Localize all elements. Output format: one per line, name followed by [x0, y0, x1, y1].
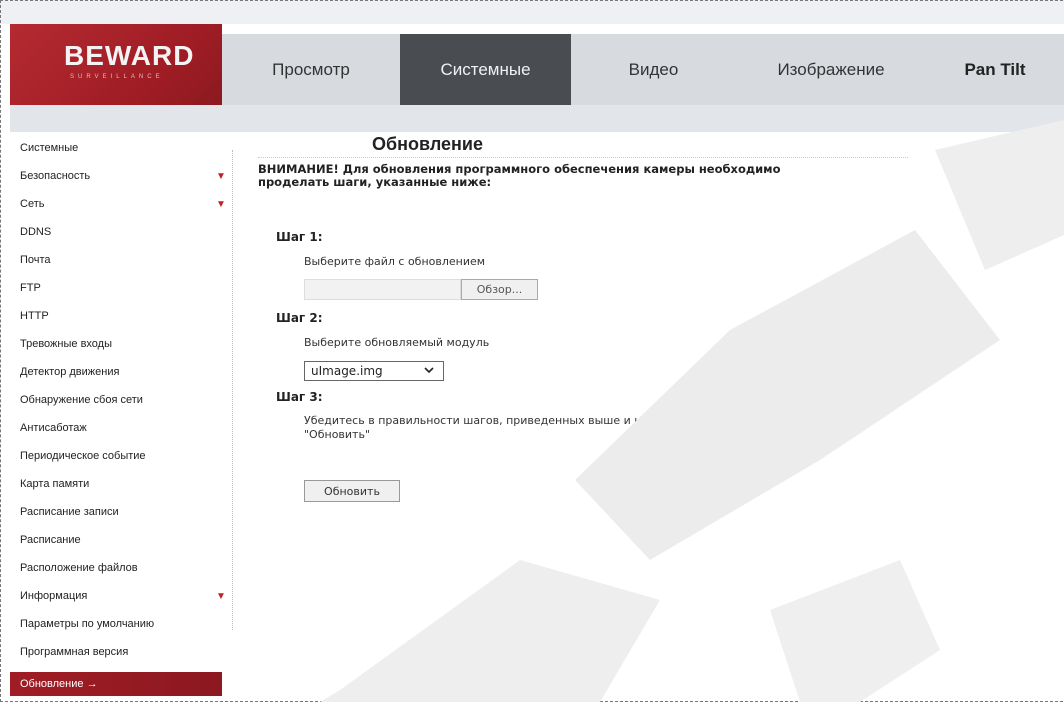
update-button[interactable]: Обновить — [304, 480, 400, 502]
sidebar-item-network[interactable]: Сеть ▼ — [10, 190, 226, 218]
page-title: Обновление — [372, 134, 483, 154]
sidebar-item-label: Расположение файлов — [20, 562, 138, 574]
module-select[interactable]: uImage.img — [304, 361, 444, 381]
sidebar-item-label: Антисаботаж — [20, 422, 87, 434]
file-path-field[interactable] — [304, 279, 461, 300]
step1-text: Выберите файл с обновлением — [304, 255, 486, 268]
sidebar-item-label: Программная версия — [20, 646, 129, 658]
sidebar-item-ftp[interactable]: FTP — [10, 274, 222, 302]
sidebar-item-label: Безопасность — [20, 170, 91, 182]
sidebar-item-system[interactable]: Системные — [10, 134, 222, 162]
tab-video[interactable]: Видео — [571, 34, 736, 105]
sidebar-item-motion-detector[interactable]: Детектор движения — [10, 358, 222, 386]
expand-arrow-icon: ▼ — [216, 590, 226, 602]
sidebar-item-label: DDNS — [20, 226, 52, 238]
warning-text: ВНИМАНИЕ! Для обновления программного об… — [258, 163, 838, 189]
step3-label: Шаг 3: — [276, 390, 323, 404]
sidebar-divider — [232, 150, 233, 630]
sidebar-item-label: FTP — [20, 282, 41, 294]
logo-tagline: SURVEILLANCE — [70, 74, 164, 80]
tab-system[interactable]: Системные — [400, 34, 571, 105]
sidebar-item-network-failure[interactable]: Обнаружение сбоя сети — [10, 386, 222, 414]
logo-brand: BEWARD — [64, 40, 195, 71]
step3-text-line-2: "Обновить" — [304, 428, 371, 441]
tab-pan-tilt[interactable]: Pan Tilt — [926, 34, 1064, 105]
expand-arrow-icon: ▼ — [216, 170, 226, 182]
sidebar-item-memory-card[interactable]: Карта памяти — [10, 470, 222, 498]
sidebar-item-tamper[interactable]: Антисаботаж — [10, 414, 222, 442]
sidebar-item-label: Информация — [20, 590, 88, 602]
sidebar-item-label: Обнаружение сбоя сети — [20, 394, 143, 406]
sidebar-item-label: Параметры по умолчанию — [20, 618, 155, 630]
sidebar-item-http[interactable]: HTTP — [10, 302, 222, 330]
expand-arrow-icon: ▼ — [216, 198, 226, 210]
sidebar-item-label: Детектор движения — [20, 366, 120, 378]
sidebar-item-record-schedule[interactable]: Расписание записи — [10, 498, 222, 526]
chevron-down-icon — [424, 367, 434, 374]
sidebar-item-label: HTTP — [20, 310, 49, 322]
sidebar-item-label: Карта памяти — [20, 478, 90, 490]
sidebar-item-label: Почта — [20, 254, 51, 266]
title-divider — [258, 157, 908, 158]
beward-logo[interactable]: BEWARD SURVEILLANCE — [10, 24, 222, 105]
step2-text: Выберите обновляемый модуль — [304, 336, 490, 349]
sidebar-item-update[interactable]: Обновление → — [10, 672, 222, 696]
sidebar-item-schedule[interactable]: Расписание — [10, 526, 222, 554]
sidebar: Системные Безопасность ▼ Сеть ▼ DDNS Почта… — [10, 132, 226, 702]
sidebar-item-ddns[interactable]: DDNS — [10, 218, 222, 246]
sidebar-item-security[interactable]: Безопасность ▼ — [10, 162, 226, 190]
step3-text-line-1: Убедитесь в правильности шагов, приведен… — [304, 414, 732, 427]
warning-line-2: проделать шаги, указанные ниже: — [258, 175, 492, 189]
sidebar-item-label: Расписание — [20, 534, 81, 546]
sidebar-item-label: Обновление → — [20, 678, 98, 690]
sidebar-item-info[interactable]: Информация ▼ — [10, 582, 226, 610]
sidebar-item-label: Системные — [20, 142, 79, 154]
sidebar-item-label: Тревожные входы — [20, 338, 112, 350]
sidebar-item-defaults[interactable]: Параметры по умолчанию — [10, 610, 222, 638]
sidebar-item-label: Расписание записи — [20, 506, 119, 518]
browse-button[interactable]: Обзор... — [461, 279, 538, 300]
step1-label: Шаг 1: — [276, 230, 323, 244]
sidebar-item-mail[interactable]: Почта — [10, 246, 222, 274]
sidebar-item-periodic-event[interactable]: Периодическое событие — [10, 442, 222, 470]
tab-view[interactable]: Просмотр — [222, 34, 400, 105]
sidebar-item-label: Периодическое событие — [20, 450, 146, 462]
sidebar-item-label: Сеть — [20, 198, 45, 210]
sidebar-item-file-location[interactable]: Расположение файлов — [10, 554, 222, 582]
sidebar-item-firmware-version[interactable]: Программная версия — [10, 638, 222, 666]
step2-label: Шаг 2: — [276, 311, 323, 325]
sub-band — [10, 105, 1064, 132]
sidebar-item-alarm-inputs[interactable]: Тревожные входы — [10, 330, 222, 358]
tab-image[interactable]: Изображение — [736, 34, 926, 105]
top-nav: Просмотр Системные Видео Изображение Pan… — [222, 34, 1064, 105]
module-select-value: uImage.img — [311, 364, 383, 378]
